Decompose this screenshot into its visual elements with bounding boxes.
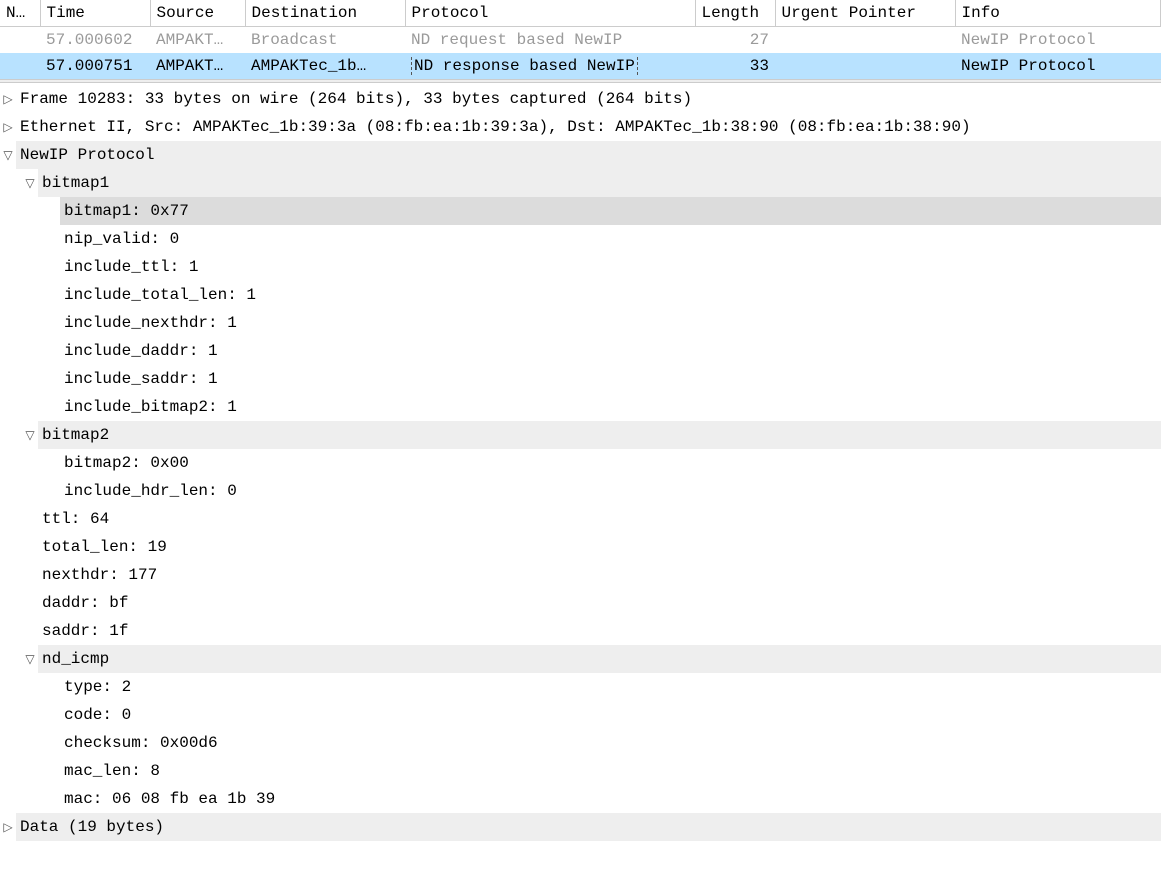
collapse-icon[interactable]: ▽ — [22, 649, 38, 670]
field-text: include_hdr_len: 0 — [60, 477, 1161, 505]
tree-item-bitmap1[interactable]: ▽ bitmap1 — [0, 169, 1161, 197]
cell-protocol: ND request based NewIP — [405, 27, 695, 54]
expand-icon[interactable]: ▷ — [0, 89, 16, 110]
cell-info: NewIP Protocol — [955, 27, 1161, 54]
collapse-icon[interactable]: ▽ — [0, 145, 16, 166]
tree-field[interactable]: ·checksum: 0x00d6 — [0, 729, 1161, 757]
field-text: total_len: 19 — [38, 533, 1161, 561]
packet-list-table: No. Time Source Destination Protocol Len… — [0, 0, 1161, 79]
col-urgent[interactable]: Urgent Pointer — [775, 0, 955, 27]
field-text: saddr: 1f — [38, 617, 1161, 645]
cell-destination: AMPAKTec_1b… — [245, 53, 405, 79]
nd-icmp-label: nd_icmp — [38, 645, 1161, 673]
field-text: mac: 06 08 fb ea 1b 39 — [60, 785, 1161, 813]
tree-item-bitmap2[interactable]: ▽ bitmap2 — [0, 421, 1161, 449]
col-time[interactable]: Time — [40, 0, 150, 27]
packet-row-selected[interactable]: 57.000751 AMPAKT… AMPAKTec_1b… ND respon… — [0, 53, 1161, 79]
bitmap2-label: bitmap2 — [38, 421, 1161, 449]
field-text: daddr: bf — [38, 589, 1161, 617]
field-text: type: 2 — [60, 673, 1161, 701]
cell-source: AMPAKT… — [150, 27, 245, 54]
tree-item-data[interactable]: ▷ Data (19 bytes) — [0, 813, 1161, 841]
cell-no — [0, 27, 40, 54]
spacer-icon: · — [44, 201, 60, 222]
tree-field[interactable]: ·include_total_len: 1 — [0, 281, 1161, 309]
field-text: include_saddr: 1 — [60, 365, 1161, 393]
tree-field[interactable]: ·code: 0 — [0, 701, 1161, 729]
field-text: bitmap1: 0x77 — [60, 197, 1161, 225]
tree-field[interactable]: ·bitmap2: 0x00 — [0, 449, 1161, 477]
col-source[interactable]: Source — [150, 0, 245, 27]
cell-time: 57.000751 — [40, 53, 150, 79]
tree-field[interactable]: ·include_saddr: 1 — [0, 365, 1161, 393]
col-info[interactable]: Info — [955, 0, 1161, 27]
tree-field[interactable]: ·mac_len: 8 — [0, 757, 1161, 785]
bitmap1-label: bitmap1 — [38, 169, 1161, 197]
expand-icon[interactable]: ▷ — [0, 117, 16, 138]
cell-info: NewIP Protocol — [955, 53, 1161, 79]
data-label: Data (19 bytes) — [16, 813, 1161, 841]
cell-source: AMPAKT… — [150, 53, 245, 79]
col-no[interactable]: No. — [0, 0, 40, 27]
collapse-icon[interactable]: ▽ — [22, 425, 38, 446]
cell-length: 33 — [695, 53, 775, 79]
col-protocol[interactable]: Protocol — [405, 0, 695, 27]
tree-field[interactable]: ·nexthdr: 177 — [0, 561, 1161, 589]
frame-label: Frame 10283: 33 bytes on wire (264 bits)… — [16, 85, 1161, 113]
field-text: mac_len: 8 — [60, 757, 1161, 785]
field-text: include_bitmap2: 1 — [60, 393, 1161, 421]
tree-field[interactable]: ·nip_valid: 0 — [0, 225, 1161, 253]
tree-field[interactable]: ·include_daddr: 1 — [0, 337, 1161, 365]
tree-field[interactable]: ·include_hdr_len: 0 — [0, 477, 1161, 505]
col-length[interactable]: Length — [695, 0, 775, 27]
tree-field[interactable]: ·total_len: 19 — [0, 533, 1161, 561]
field-text: nexthdr: 177 — [38, 561, 1161, 589]
tree-field[interactable]: ·include_ttl: 1 — [0, 253, 1161, 281]
field-text: include_total_len: 1 — [60, 281, 1161, 309]
tree-item-newip[interactable]: ▽ NewIP Protocol — [0, 141, 1161, 169]
cell-no — [0, 53, 40, 79]
cell-urgent — [775, 53, 955, 79]
packet-details-pane: ▷ Frame 10283: 33 bytes on wire (264 bit… — [0, 83, 1161, 843]
expand-icon[interactable]: ▷ — [0, 817, 16, 838]
col-destination[interactable]: Destination — [245, 0, 405, 27]
tree-item-ethernet[interactable]: ▷ Ethernet II, Src: AMPAKTec_1b:39:3a (0… — [0, 113, 1161, 141]
cell-destination: Broadcast — [245, 27, 405, 54]
packet-row[interactable]: 57.000602 AMPAKT… Broadcast ND request b… — [0, 27, 1161, 54]
tree-field[interactable]: ·daddr: bf — [0, 589, 1161, 617]
tree-field[interactable]: ·include_bitmap2: 1 — [0, 393, 1161, 421]
tree-field-bitmap1-value[interactable]: · bitmap1: 0x77 — [0, 197, 1161, 225]
newip-label: NewIP Protocol — [16, 141, 1161, 169]
cell-time: 57.000602 — [40, 27, 150, 54]
cell-length: 27 — [695, 27, 775, 54]
field-text: checksum: 0x00d6 — [60, 729, 1161, 757]
tree-item-frame[interactable]: ▷ Frame 10283: 33 bytes on wire (264 bit… — [0, 85, 1161, 113]
collapse-icon[interactable]: ▽ — [22, 173, 38, 194]
tree-item-nd-icmp[interactable]: ▽ nd_icmp — [0, 645, 1161, 673]
tree-field[interactable]: ·mac: 06 08 fb ea 1b 39 — [0, 785, 1161, 813]
field-text: code: 0 — [60, 701, 1161, 729]
tree-field[interactable]: ·saddr: 1f — [0, 617, 1161, 645]
tree-field[interactable]: ·ttl: 64 — [0, 505, 1161, 533]
cell-urgent — [775, 27, 955, 54]
ethernet-label: Ethernet II, Src: AMPAKTec_1b:39:3a (08:… — [16, 113, 1161, 141]
field-text: include_nexthdr: 1 — [60, 309, 1161, 337]
field-text: bitmap2: 0x00 — [60, 449, 1161, 477]
field-text: nip_valid: 0 — [60, 225, 1161, 253]
packet-list-header[interactable]: No. Time Source Destination Protocol Len… — [0, 0, 1161, 27]
field-text: ttl: 64 — [38, 505, 1161, 533]
tree-field[interactable]: ·include_nexthdr: 1 — [0, 309, 1161, 337]
tree-field[interactable]: ·type: 2 — [0, 673, 1161, 701]
field-text: include_daddr: 1 — [60, 337, 1161, 365]
cell-protocol: ND response based NewIP — [405, 53, 695, 79]
field-text: include_ttl: 1 — [60, 253, 1161, 281]
